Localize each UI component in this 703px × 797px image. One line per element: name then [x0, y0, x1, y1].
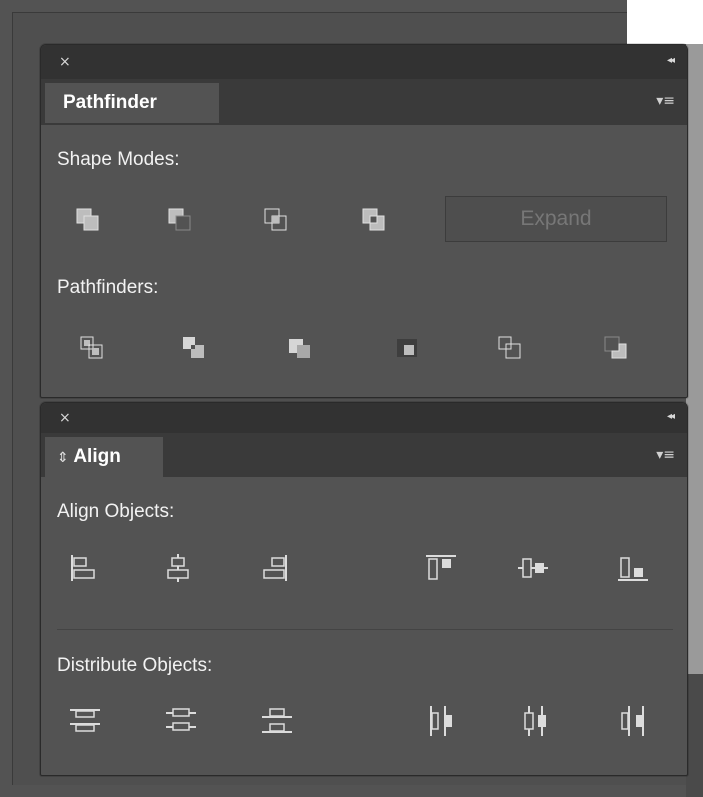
align-objects-label: Align Objects: — [57, 501, 175, 522]
crop-icon[interactable] — [395, 335, 421, 361]
distribute-objects-label: Distribute Objects: — [57, 655, 213, 676]
align-panel: × ◂◂ ⇕ Align ▾≡ Align Objects: Distribut… — [40, 402, 688, 776]
expand-button-label: Expand — [520, 207, 592, 230]
horizontal-align-center-icon[interactable] — [163, 553, 193, 583]
vertical-distribute-center-icon[interactable] — [165, 705, 197, 735]
exclude-icon[interactable] — [361, 207, 387, 233]
vertical-align-center-icon[interactable] — [517, 553, 549, 583]
vertical-distribute-bottom-icon[interactable] — [261, 705, 293, 735]
stepper-icon: ⇕ — [57, 450, 69, 466]
vertical-align-bottom-icon[interactable] — [617, 553, 649, 583]
horizontal-align-right-icon[interactable] — [259, 553, 289, 583]
close-icon[interactable]: × — [59, 411, 71, 425]
tab-pathfinder-label: Pathfinder — [63, 92, 157, 113]
panel-menu-icon[interactable]: ▾≡ — [656, 93, 675, 109]
vertical-align-top-icon[interactable] — [425, 553, 457, 583]
pathfinder-panel: × ◂◂ Pathfinder ▾≡ Shape Modes: Expand P… — [40, 44, 688, 398]
collapse-icon[interactable]: ◂◂ — [667, 55, 675, 66]
intersect-icon[interactable] — [263, 207, 289, 233]
close-icon[interactable]: × — [59, 55, 71, 69]
tab-pathfinder[interactable]: Pathfinder — [45, 83, 219, 123]
tab-align[interactable]: ⇕ Align — [45, 437, 163, 477]
outline-icon[interactable] — [497, 335, 523, 361]
vertical-distribute-top-icon[interactable] — [69, 705, 101, 735]
tab-align-label: Align — [73, 446, 121, 467]
pathfinders-label: Pathfinders: — [57, 277, 159, 298]
pathfinder-titlebar[interactable]: × ◂◂ — [41, 45, 687, 79]
divide-icon[interactable] — [79, 335, 105, 361]
align-titlebar[interactable]: × ◂◂ — [41, 403, 687, 433]
shape-modes-label: Shape Modes: — [57, 149, 180, 170]
merge-icon[interactable] — [287, 335, 313, 361]
section-divider — [57, 629, 673, 630]
document-canvas — [627, 0, 703, 44]
unite-icon[interactable] — [75, 207, 101, 233]
minus-back-icon[interactable] — [603, 335, 629, 361]
minus-front-icon[interactable] — [167, 207, 193, 233]
pasteboard-strip-dark — [686, 674, 703, 797]
collapse-icon[interactable]: ◂◂ — [667, 411, 675, 422]
horizontal-align-left-icon[interactable] — [69, 553, 99, 583]
horizontal-distribute-right-icon[interactable] — [617, 705, 647, 737]
trim-icon[interactable] — [181, 335, 207, 361]
horizontal-distribute-left-icon[interactable] — [427, 705, 457, 737]
horizontal-distribute-center-icon[interactable] — [521, 705, 551, 737]
expand-button[interactable]: Expand — [445, 196, 667, 242]
panel-menu-icon[interactable]: ▾≡ — [656, 447, 675, 463]
pasteboard-strip — [686, 44, 703, 674]
